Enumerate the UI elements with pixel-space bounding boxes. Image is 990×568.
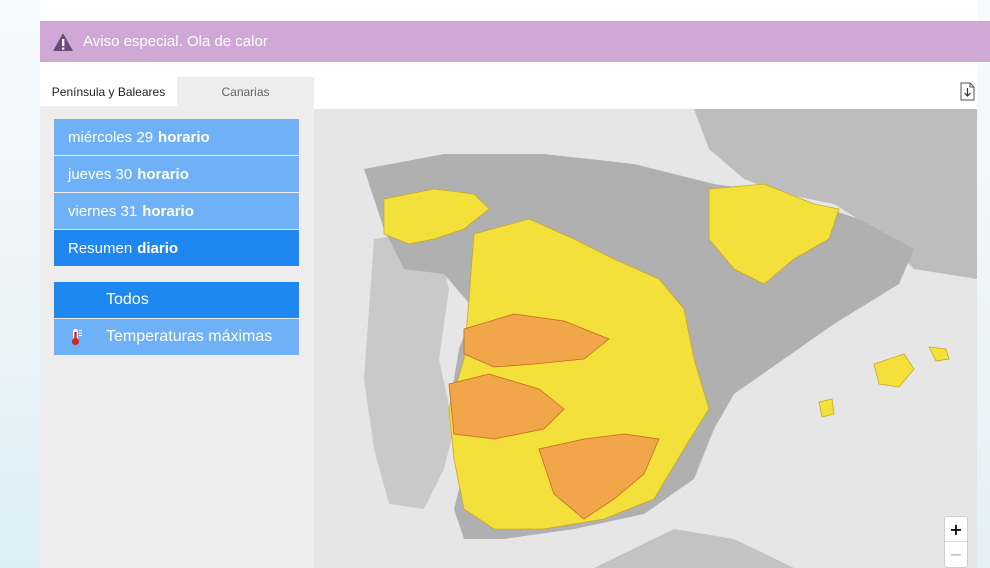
warning-icon bbox=[53, 32, 73, 51]
day-label: jueves 30 bbox=[68, 165, 133, 183]
map-canvas bbox=[364, 109, 977, 568]
island-menorca bbox=[928, 346, 950, 362]
day-item-daily-summary[interactable]: Resumen diario bbox=[54, 230, 299, 266]
page-background-right bbox=[977, 0, 990, 568]
africa-land bbox=[594, 529, 794, 568]
filter-label: Todos bbox=[106, 291, 149, 308]
filter-max-temperature[interactable]: Temperaturas máximas bbox=[54, 319, 299, 355]
zoom-out-button[interactable]: − bbox=[945, 542, 967, 567]
day-item-thursday[interactable]: jueves 30 horario bbox=[54, 156, 299, 192]
day-item-friday[interactable]: viernes 31 horario bbox=[54, 193, 299, 229]
page-background bbox=[0, 0, 40, 568]
day-label: miércoles 29 bbox=[68, 128, 154, 146]
day-suffix: diario bbox=[137, 239, 179, 257]
filter-label: Temperaturas máximas bbox=[106, 328, 273, 345]
tab-peninsula-baleares[interactable]: Península y Baleares bbox=[40, 77, 177, 106]
island-ibiza bbox=[818, 398, 835, 418]
warnings-map[interactable] bbox=[314, 109, 977, 568]
zoom-control: + − bbox=[944, 516, 968, 568]
download-icon[interactable] bbox=[960, 82, 975, 101]
day-suffix: horario bbox=[137, 165, 189, 183]
zoom-in-button[interactable]: + bbox=[945, 517, 967, 542]
island-mallorca bbox=[873, 353, 915, 388]
region-tabs: Península y Baleares Canarias bbox=[40, 77, 314, 106]
day-suffix: horario bbox=[158, 128, 210, 146]
day-label: Resumen bbox=[68, 239, 133, 257]
side-panel: miércoles 29 horario jueves 30 horario vie… bbox=[40, 106, 314, 568]
special-warning-banner: Aviso especial. Ola de calor bbox=[40, 21, 990, 62]
filter-all[interactable]: Todos bbox=[54, 282, 299, 318]
day-suffix: horario bbox=[142, 202, 194, 220]
banner-title: Aviso especial. Ola de calor bbox=[83, 33, 268, 50]
day-list: miércoles 29 horario jueves 30 horario vie… bbox=[54, 119, 299, 267]
day-item-wednesday[interactable]: miércoles 29 horario bbox=[54, 119, 299, 155]
day-label: viernes 31 bbox=[68, 202, 138, 220]
phenomenon-filter-list: Todos Temperaturas máximas bbox=[54, 282, 299, 356]
thermometer-icon bbox=[71, 329, 82, 346]
tab-canarias[interactable]: Canarias bbox=[177, 77, 314, 106]
